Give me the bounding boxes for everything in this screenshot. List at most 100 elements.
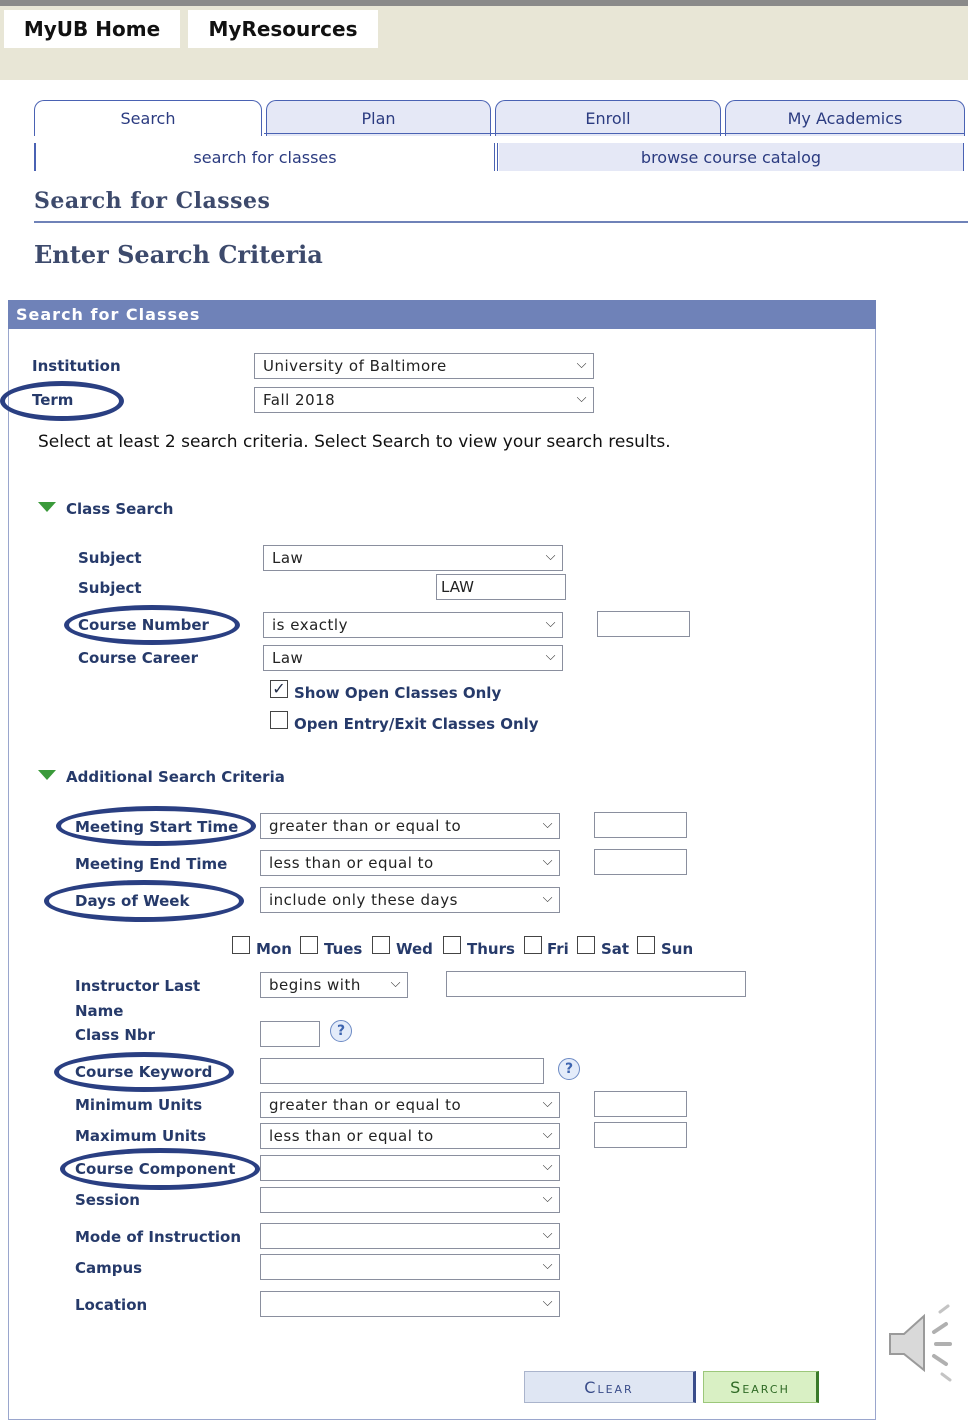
subtab-divider — [494, 143, 498, 171]
maximum-units-input[interactable] — [594, 1122, 687, 1148]
day-wed-checkbox[interactable] — [372, 936, 390, 954]
minimum-units-input[interactable] — [594, 1091, 687, 1117]
subject-select[interactable]: Law ⌵ — [263, 545, 563, 571]
session-label: Session — [75, 1191, 140, 1209]
meeting-end-time-label: Meeting End Time — [75, 855, 228, 873]
day-mon-label: Mon — [256, 940, 292, 958]
instructor-operator-select[interactable]: begins with ⌵ — [260, 972, 408, 998]
chevron-down-icon: ⌵ — [542, 1096, 553, 1111]
course-component-annotation-circle — [60, 1148, 260, 1190]
mode-of-instruction-select[interactable]: ⌵ — [260, 1223, 560, 1249]
day-fri-label: Fri — [547, 940, 569, 958]
myub-home-link[interactable]: MyUB Home — [4, 10, 180, 48]
instructions-text: Select at least 2 search criteria. Selec… — [38, 432, 671, 452]
chevron-down-icon: ⌵ — [542, 1258, 553, 1273]
course-career-select[interactable]: Law ⌵ — [263, 645, 563, 671]
chevron-down-icon: ⌵ — [545, 549, 556, 564]
chevron-down-icon: ⌵ — [576, 391, 587, 406]
subject-label: Subject — [78, 549, 142, 567]
chevron-down-icon: ⌵ — [542, 891, 553, 906]
location-label: Location — [75, 1296, 148, 1314]
search-button[interactable]: Search — [703, 1371, 819, 1403]
class-search-heading[interactable]: Class Search — [66, 500, 173, 518]
chevron-down-icon: ⌵ — [542, 1191, 553, 1206]
show-open-classes-label: Show Open Classes Only — [294, 684, 502, 702]
class-nbr-input[interactable] — [260, 1021, 320, 1047]
maximum-units-label: Maximum Units — [75, 1127, 207, 1145]
day-sun-label: Sun — [661, 940, 694, 958]
chevron-down-icon: ⌵ — [576, 357, 587, 372]
day-sat-checkbox[interactable] — [577, 936, 595, 954]
subtab-search-for-classes[interactable]: search for classes — [36, 143, 494, 171]
course-keyword-annotation-circle — [54, 1052, 234, 1092]
chevron-down-icon: ⌵ — [542, 1295, 553, 1310]
additional-criteria-heading[interactable]: Additional Search Criteria — [66, 768, 285, 786]
session-select[interactable]: ⌵ — [260, 1187, 560, 1213]
term-annotation-circle — [0, 381, 124, 421]
day-tues-label: Tues — [324, 940, 363, 958]
show-open-classes-checkbox[interactable]: ✓ — [270, 680, 288, 698]
maximum-units-operator-select[interactable]: less than or equal to ⌵ — [260, 1123, 560, 1149]
instructor-last-name-input[interactable] — [446, 971, 746, 997]
institution-select[interactable]: University of Baltimore ⌵ — [254, 353, 594, 379]
open-entry-exit-label: Open Entry/Exit Classes Only — [294, 715, 539, 733]
term-select[interactable]: Fall 2018 ⌵ — [254, 387, 594, 413]
tab-plan[interactable]: Plan — [266, 100, 491, 136]
page-subtitle: Enter Search Criteria — [34, 240, 323, 269]
tab-my-academics[interactable]: My Academics — [725, 100, 965, 136]
tab-search[interactable]: Search — [34, 100, 262, 136]
day-sun-checkbox[interactable] — [637, 936, 655, 954]
subtab-browse-course-catalog[interactable]: browse course catalog — [499, 143, 963, 171]
course-career-label: Course Career — [78, 649, 198, 667]
meeting-start-time-input[interactable] — [594, 812, 687, 838]
days-of-week-operator-select[interactable]: include only these days ⌵ — [260, 887, 560, 913]
day-wed-label: Wed — [396, 940, 433, 958]
panel-header: Search for Classes — [8, 300, 876, 329]
day-thurs-label: Thurs — [467, 940, 515, 958]
course-component-select[interactable]: ⌵ — [260, 1155, 560, 1181]
campus-label: Campus — [75, 1259, 143, 1277]
instructor-last-name-label-2: Name — [75, 1002, 124, 1020]
day-mon-checkbox[interactable] — [232, 936, 250, 954]
meeting-start-time-operator-select[interactable]: greater than or equal to ⌵ — [260, 813, 560, 839]
days-of-week-annotation-circle — [44, 880, 244, 922]
instructor-last-name-label: Instructor Last — [75, 977, 201, 995]
chevron-down-icon: ⌵ — [545, 616, 556, 631]
course-number-input[interactable] — [597, 611, 690, 637]
course-number-annotation-circle — [64, 605, 240, 645]
chevron-down-icon: ⌵ — [542, 854, 553, 869]
expand-triangle-icon[interactable] — [38, 502, 56, 512]
minimum-units-operator-select[interactable]: greater than or equal to ⌵ — [260, 1092, 560, 1118]
clear-button[interactable]: Clear — [524, 1371, 696, 1403]
chevron-down-icon: ⌵ — [542, 817, 553, 832]
expand-triangle-icon[interactable] — [38, 770, 56, 780]
meeting-start-time-annotation-circle — [56, 806, 256, 846]
chevron-down-icon: ⌵ — [542, 1159, 553, 1174]
location-select[interactable]: ⌵ — [260, 1291, 560, 1317]
tab-divider — [264, 133, 964, 134]
course-number-operator-select[interactable]: is exactly ⌵ — [263, 612, 563, 638]
campus-select[interactable]: ⌵ — [260, 1254, 560, 1280]
speaker-icon[interactable] — [884, 1304, 964, 1384]
chevron-down-icon: ⌵ — [542, 1127, 553, 1142]
meeting-end-time-operator-select[interactable]: less than or equal to ⌵ — [260, 850, 560, 876]
class-nbr-label: Class Nbr — [75, 1026, 156, 1044]
help-icon[interactable]: ? — [330, 1020, 352, 1042]
title-rule — [34, 221, 968, 223]
meeting-end-time-input[interactable] — [594, 849, 687, 875]
institution-label: Institution — [32, 357, 121, 375]
day-thurs-checkbox[interactable] — [443, 936, 461, 954]
mode-of-instruction-label: Mode of Instruction — [75, 1228, 242, 1246]
page-title: Search for Classes — [34, 188, 271, 214]
tab-enroll[interactable]: Enroll — [495, 100, 721, 136]
subject-code-label: Subject — [78, 579, 142, 597]
subtab-divider — [963, 143, 964, 171]
myresources-link[interactable]: MyResources — [188, 10, 378, 48]
day-tues-checkbox[interactable] — [300, 936, 318, 954]
help-icon[interactable]: ? — [558, 1058, 580, 1080]
subject-code-field[interactable]: LAW — [436, 574, 566, 600]
open-entry-exit-checkbox[interactable] — [270, 711, 288, 729]
course-keyword-input[interactable] — [260, 1058, 544, 1084]
chevron-down-icon: ⌵ — [390, 976, 401, 991]
day-fri-checkbox[interactable] — [524, 936, 542, 954]
